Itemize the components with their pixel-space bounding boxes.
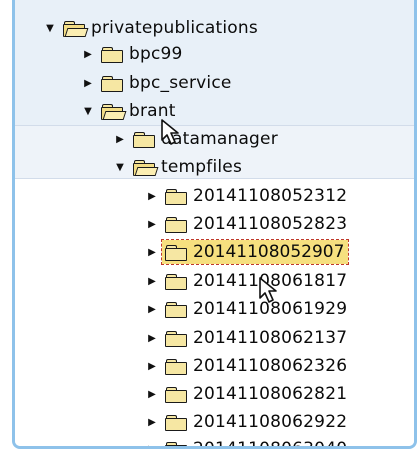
tree-node-label: 20141108062326 (193, 356, 348, 376)
triangle-right-icon[interactable]: ▶ (145, 361, 159, 372)
triangle-right-icon[interactable]: ▶ (145, 389, 159, 400)
folder-icon (165, 216, 187, 233)
tree-node-root[interactable]: ▼ privatepublications (43, 15, 414, 41)
triangle-down-icon[interactable]: ▼ (113, 162, 127, 173)
folder-icon (165, 441, 187, 446)
triangle-right-icon[interactable]: ▶ (81, 49, 95, 60)
triangle-right-icon[interactable]: ▶ (145, 219, 159, 230)
folder-icon (165, 188, 187, 205)
tree-node-brant[interactable]: ▼ brant (81, 98, 414, 124)
folder-icon (165, 301, 187, 318)
tree-node-leaf[interactable]: ▶ 20141108062326 (145, 353, 414, 379)
tree-node-leaf[interactable]: ▶ 20141108062137 (145, 325, 414, 351)
folder-icon (133, 131, 155, 148)
triangle-right-icon[interactable]: ▶ (145, 276, 159, 287)
tree-node-label: 20141108062137 (193, 328, 348, 348)
tree-node-leaf-selected[interactable]: ▶ 20141108052907 (145, 239, 414, 265)
tree-node-label: 20141108062922 (193, 412, 348, 432)
tree-node-leaf[interactable]: ▶ 20141108062821 (145, 381, 414, 407)
folder-icon (165, 330, 187, 347)
triangle-right-icon[interactable]: ▶ (145, 417, 159, 428)
triangle-right-icon[interactable]: ▶ (145, 304, 159, 315)
tree-node-label: bpc_service (129, 73, 232, 93)
tree-node-label: tempfiles (161, 157, 243, 177)
tree-node-tempfiles[interactable]: ▼ tempfiles (113, 154, 414, 180)
folder-open-icon (101, 103, 127, 120)
triangle-right-icon[interactable]: ▶ (145, 191, 159, 202)
folder-icon (165, 273, 187, 290)
tree-node-leaf[interactable]: ▶ 20141108052823 (145, 211, 414, 237)
folder-icon (101, 46, 123, 63)
triangle-right-icon[interactable]: ▶ (113, 134, 127, 145)
triangle-right-icon[interactable]: ▶ (145, 444, 159, 447)
mouse-pointer-icon (161, 119, 179, 145)
tree-node-label: 20141108052907 (193, 242, 345, 262)
tree-node-bpc99[interactable]: ▶ bpc99 (81, 41, 414, 67)
folder-icon (165, 244, 187, 261)
triangle-right-icon[interactable]: ▶ (145, 333, 159, 344)
tree-node-label: 20141108052823 (193, 214, 348, 234)
tree-node-label: bpc99 (129, 44, 183, 64)
folder-tree-panel: ▼ privatepublications ▶ bpc99 ▶ bpc_serv… (12, 0, 417, 449)
tree-node-label: 20141108052312 (193, 186, 348, 206)
folder-open-icon (63, 20, 89, 37)
triangle-down-icon[interactable]: ▼ (81, 106, 95, 117)
tree-node-label: 20141108062821 (193, 384, 348, 404)
folder-open-icon (133, 159, 159, 176)
tree-node-bpc-service[interactable]: ▶ bpc_service (81, 70, 414, 96)
tree-node-leaf[interactable]: ▶ 20141108062922 (145, 409, 414, 435)
tree-node-label: privatepublications (91, 18, 258, 38)
tree-node-leaf[interactable]: ▶ 20141108063040 (145, 436, 414, 449)
mouse-pointer-icon (259, 277, 277, 303)
tree-node-datamanager[interactable]: ▶ datamanager (113, 126, 414, 152)
folder-icon (165, 414, 187, 431)
triangle-down-icon[interactable]: ▼ (43, 23, 57, 34)
triangle-right-icon[interactable]: ▶ (145, 247, 159, 258)
selection-highlight: 20141108052907 (160, 239, 350, 265)
triangle-right-icon[interactable]: ▶ (81, 78, 95, 89)
folder-icon (101, 75, 123, 92)
tree-node-leaf[interactable]: ▶ 20141108052312 (145, 183, 414, 209)
folder-icon (165, 358, 187, 375)
folder-icon (165, 386, 187, 403)
tree-node-label: 20141108063040 (193, 439, 348, 449)
